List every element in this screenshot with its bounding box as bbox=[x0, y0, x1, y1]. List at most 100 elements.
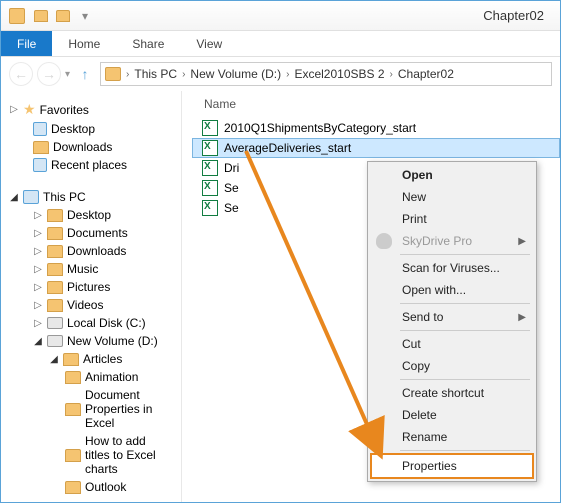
nav-articles[interactable]: ◢Articles bbox=[5, 350, 177, 368]
folder-icon bbox=[47, 263, 63, 276]
window-title: Chapter02 bbox=[483, 8, 544, 23]
nav-downloads[interactable]: Downloads bbox=[5, 138, 177, 156]
chevron-right-icon: ▷ bbox=[33, 282, 43, 293]
folder-icon bbox=[65, 481, 81, 494]
chevron-down-icon: ◢ bbox=[33, 336, 43, 347]
nav-downloads[interactable]: ▷Downloads bbox=[5, 242, 177, 260]
chevron-right-icon[interactable]: › bbox=[123, 69, 132, 80]
chevron-right-icon: ▷ bbox=[33, 300, 43, 311]
menu-separator bbox=[400, 254, 530, 255]
context-menu: Open New Print SkyDrive Pro▶ Scan for Vi… bbox=[367, 161, 537, 482]
folder-icon bbox=[47, 227, 63, 240]
nav-charttitles[interactable]: How to add titles to Excel charts bbox=[5, 432, 177, 478]
folder-app-icon bbox=[9, 8, 25, 24]
ctx-scan[interactable]: Scan for Viruses... bbox=[370, 257, 534, 279]
nav-drive-c[interactable]: ▷Local Disk (C:) bbox=[5, 314, 177, 332]
excel-file-icon bbox=[202, 140, 218, 156]
menu-separator bbox=[400, 303, 530, 304]
folder-icon bbox=[47, 299, 63, 312]
menu-separator bbox=[400, 450, 530, 451]
pc-icon bbox=[23, 190, 39, 204]
file-tab[interactable]: File bbox=[1, 31, 52, 56]
nav-recent[interactable]: Recent places bbox=[5, 156, 177, 174]
nav-outlook[interactable]: Outlook bbox=[5, 478, 177, 496]
tab-share[interactable]: Share bbox=[116, 31, 180, 56]
qat-dropdown-button[interactable]: ▾ bbox=[75, 6, 95, 26]
chevron-right-icon: ▷ bbox=[33, 264, 43, 275]
address-bar-row: ← → ▾ ↑ › This PC › New Volume (D:) › Ex… bbox=[1, 57, 560, 91]
chevron-right-icon[interactable]: › bbox=[283, 69, 292, 80]
column-header-name[interactable]: Name bbox=[192, 91, 560, 118]
thispc-header[interactable]: ◢ This PC bbox=[5, 188, 177, 206]
qat-properties-button[interactable] bbox=[31, 6, 51, 26]
nav-drive-d[interactable]: ◢New Volume (D:) bbox=[5, 332, 177, 350]
excel-file-icon bbox=[202, 160, 218, 176]
folder-icon bbox=[65, 371, 81, 384]
folder-icon bbox=[47, 245, 63, 258]
folder-icon bbox=[65, 403, 81, 416]
folder-icon bbox=[33, 141, 49, 154]
chevron-right-icon: ▷ bbox=[33, 318, 43, 329]
chevron-right-icon[interactable]: › bbox=[387, 69, 396, 80]
ctx-delete[interactable]: Delete bbox=[370, 404, 534, 426]
ctx-new[interactable]: New bbox=[370, 186, 534, 208]
drive-icon bbox=[47, 335, 63, 347]
file-row[interactable]: 2010Q1ShipmentsByCategory_start bbox=[192, 118, 560, 138]
nav-documents[interactable]: ▷Documents bbox=[5, 224, 177, 242]
ribbon: File Home Share View bbox=[1, 31, 560, 57]
file-row-selected[interactable]: AverageDeliveries_start bbox=[192, 138, 560, 158]
ctx-rename[interactable]: Rename bbox=[370, 426, 534, 448]
ctx-openwith[interactable]: Open with... bbox=[370, 279, 534, 301]
ctx-open[interactable]: Open bbox=[370, 164, 534, 186]
ctx-copy[interactable]: Copy bbox=[370, 355, 534, 377]
ctx-print[interactable]: Print bbox=[370, 208, 534, 230]
back-button[interactable]: ← bbox=[9, 62, 33, 86]
nav-desktop[interactable]: ▷Desktop bbox=[5, 206, 177, 224]
cloud-icon bbox=[376, 233, 392, 249]
forward-button[interactable]: → bbox=[37, 62, 61, 86]
chevron-right-icon: ▷ bbox=[33, 210, 43, 221]
ctx-cut[interactable]: Cut bbox=[370, 333, 534, 355]
chevron-right-icon: ▷ bbox=[33, 228, 43, 239]
nav-music[interactable]: ▷Music bbox=[5, 260, 177, 278]
chevron-right-icon: ▶ bbox=[518, 236, 526, 247]
menu-separator bbox=[400, 330, 530, 331]
nav-desktop[interactable]: Desktop bbox=[5, 120, 177, 138]
crumb-folder2[interactable]: Chapter02 bbox=[398, 67, 454, 81]
ctx-skydrive[interactable]: SkyDrive Pro▶ bbox=[370, 230, 534, 252]
chevron-right-icon: ▷ bbox=[33, 246, 43, 257]
chevron-right-icon: ▶ bbox=[518, 312, 526, 323]
folder-icon bbox=[47, 209, 63, 222]
folder-icon bbox=[63, 353, 79, 366]
ctx-properties[interactable]: Properties bbox=[370, 453, 534, 479]
breadcrumb[interactable]: › This PC › New Volume (D:) › Excel2010S… bbox=[100, 62, 552, 86]
navigation-pane: ▷ ★ Favorites Desktop Downloads Recent p… bbox=[1, 91, 181, 502]
crumb-folder1[interactable]: Excel2010SBS 2 bbox=[294, 67, 384, 81]
qat-new-folder-button[interactable] bbox=[53, 6, 73, 26]
crumb-thispc[interactable]: This PC bbox=[134, 67, 177, 81]
up-button[interactable]: ↑ bbox=[74, 63, 96, 85]
chevron-down-icon: ◢ bbox=[49, 354, 59, 365]
tab-view[interactable]: View bbox=[180, 31, 238, 56]
drive-icon bbox=[47, 317, 63, 329]
favorites-header[interactable]: ▷ ★ Favorites bbox=[5, 99, 177, 120]
menu-separator bbox=[400, 379, 530, 380]
nav-animation[interactable]: Animation bbox=[5, 368, 177, 386]
crumb-drive[interactable]: New Volume (D:) bbox=[190, 67, 281, 81]
title-bar: ▾ Chapter02 bbox=[1, 1, 560, 31]
ctx-shortcut[interactable]: Create shortcut bbox=[370, 382, 534, 404]
chevron-right-icon[interactable]: › bbox=[179, 69, 188, 80]
nav-pictures[interactable]: ▷Pictures bbox=[5, 278, 177, 296]
recent-icon bbox=[33, 158, 47, 172]
ctx-sendto[interactable]: Send to▶ bbox=[370, 306, 534, 328]
excel-file-icon bbox=[202, 120, 218, 136]
chevron-down-icon: ◢ bbox=[9, 192, 19, 203]
folder-icon bbox=[47, 281, 63, 294]
history-dropdown-icon[interactable]: ▾ bbox=[65, 69, 70, 80]
nav-videos[interactable]: ▷Videos bbox=[5, 296, 177, 314]
chevron-right-icon: ▷ bbox=[9, 104, 19, 115]
nav-docprops[interactable]: Document Properties in Excel bbox=[5, 386, 177, 432]
tab-home[interactable]: Home bbox=[52, 31, 116, 56]
excel-file-icon bbox=[202, 180, 218, 196]
excel-file-icon bbox=[202, 200, 218, 216]
